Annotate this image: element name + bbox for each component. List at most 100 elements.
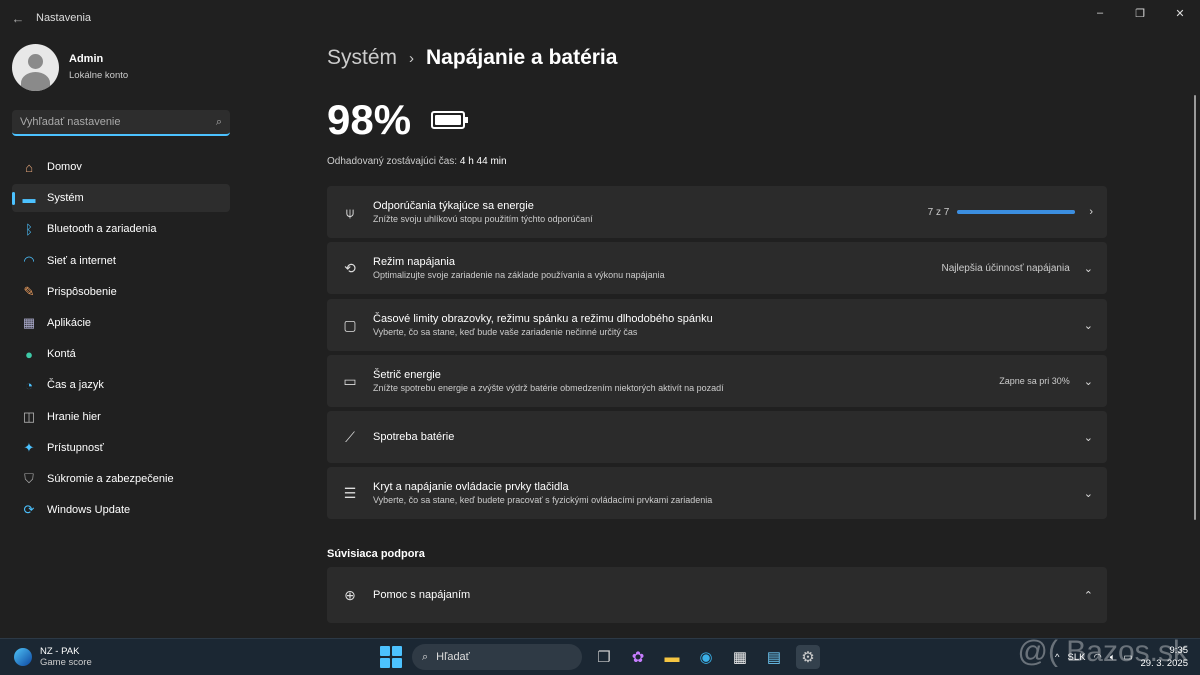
start-button[interactable] bbox=[380, 646, 402, 668]
widget-icon bbox=[14, 648, 32, 666]
search-icon: ⌕ bbox=[422, 650, 429, 663]
estimate-value: 4 h 44 min bbox=[459, 156, 507, 167]
progress-bar bbox=[957, 210, 1076, 214]
scrollbar[interactable] bbox=[1194, 95, 1196, 520]
sidebar-item-sie-a-internet[interactable]: ◠ Sieť a internet bbox=[12, 247, 230, 275]
sidebar-item-label: Bluetooth a zariadenia bbox=[47, 223, 157, 236]
taskbar-search[interactable]: ⌕ Hľadať bbox=[412, 644, 582, 670]
widget-subtitle: Game score bbox=[40, 657, 92, 668]
estimated-time: Odhadovaný zostávajúci čas: 4 h 44 min bbox=[327, 156, 507, 167]
battery-percent: 98% bbox=[327, 96, 412, 143]
list-icon: ☰ bbox=[343, 484, 357, 501]
sidebar-item--as-a-jazyk[interactable]: ◔ Čas a jazyk bbox=[12, 371, 230, 399]
settings-card[interactable]: ⟲ Režim napájania Optimalizujte svoje zar… bbox=[327, 242, 1107, 294]
card-title: Režim napájania bbox=[373, 256, 455, 268]
battery-icon bbox=[431, 111, 469, 129]
chart-icon: ⟋ bbox=[345, 428, 355, 445]
search-icon: ⌕ bbox=[215, 115, 222, 128]
chevron-down-icon: ⌄ bbox=[1083, 262, 1093, 275]
account-type: Lokálne konto bbox=[69, 69, 129, 81]
gamepad-icon: ◫ bbox=[22, 408, 36, 424]
sidebar-item-label: Čas a jazyk bbox=[47, 379, 104, 392]
settings-card[interactable]: ⍦ Odporúčania týkajúce sa energie Znížte … bbox=[327, 186, 1107, 238]
search-input[interactable]: Vyhľadať nastavenie ⌕ bbox=[12, 110, 230, 136]
taskbar-search-label: Hľadať bbox=[436, 651, 470, 663]
sidebar-item-label: Kontá bbox=[47, 348, 76, 361]
avatar bbox=[12, 44, 59, 91]
sidebar-item-domov[interactable]: ⌂ Domov bbox=[12, 153, 230, 181]
sidebar-item-s-kromie-a-zabezpe-enie[interactable]: ⛉ Súkromie a zabezpečenie bbox=[12, 465, 230, 493]
edge-icon[interactable]: ◉ bbox=[694, 645, 718, 669]
file-explorer-icon[interactable]: ▬ bbox=[660, 645, 684, 669]
weather-widget[interactable]: NZ - PAK Game score bbox=[14, 646, 92, 668]
store-icon[interactable]: ▦ bbox=[728, 645, 752, 669]
maximize-button[interactable]: ❐ bbox=[1120, 0, 1160, 26]
close-button[interactable]: ✕ bbox=[1160, 0, 1200, 26]
sidebar-item-kont-[interactable]: ● Kontá bbox=[12, 340, 230, 368]
related-support-heading: Súvisiaca podpora bbox=[327, 548, 425, 560]
sidebar-nav: ⌂ Domov ▬ Systém ᛒ Bluetooth a zariadenia ◠ Sie… bbox=[12, 153, 230, 527]
card-value[interactable]: Zapne sa pri 30% bbox=[999, 376, 1070, 386]
chevron-down-icon: ⌄ bbox=[1083, 319, 1093, 332]
apps-icon: ▦ bbox=[22, 314, 36, 330]
sidebar-item-label: Aplikácie bbox=[47, 316, 92, 329]
card-subtitle: Optimalizujte svoje zariadenie na základ… bbox=[373, 270, 665, 280]
sidebar-item-prisp-sobenie[interactable]: ✎ Prispôsobenie bbox=[12, 278, 230, 306]
settings-icon[interactable]: ⚙ bbox=[796, 645, 820, 669]
back-button[interactable]: ← bbox=[0, 11, 36, 26]
settings-card[interactable]: ⟋ Spotreba batérie ⌄ bbox=[327, 411, 1107, 463]
sidebar-item-label: Prístupnosť bbox=[47, 441, 104, 454]
card-value: 7 z 7 bbox=[927, 206, 950, 218]
settings-card[interactable]: ▢ Časové limity obrazovky, režimu spánku… bbox=[327, 299, 1107, 351]
globe-icon: ⊕ bbox=[344, 586, 356, 603]
minimize-button[interactable]: – bbox=[1080, 0, 1120, 26]
sidebar-item-hranie-hier[interactable]: ◫ Hranie hier bbox=[12, 403, 230, 431]
update-icon: ⟳ bbox=[23, 502, 35, 518]
power-mode-icon: ⟲ bbox=[344, 259, 356, 276]
shield-icon: ⛉ bbox=[24, 470, 34, 486]
chevron-down-icon: ⌄ bbox=[1083, 487, 1093, 500]
screen-sleep-icon: ▢ bbox=[343, 316, 357, 333]
chevron-down-icon: ⌄ bbox=[1083, 431, 1093, 444]
card-title: Odporúčania týkajúce sa energie bbox=[373, 200, 534, 212]
settings-card[interactable]: ☰ Kryt a napájanie ovládacie prvky tlači… bbox=[327, 467, 1107, 519]
chevron-down-icon: ⌄ bbox=[1083, 375, 1093, 388]
sidebar-item-label: Domov bbox=[47, 161, 82, 173]
sidebar-item-aplik-cie[interactable]: ▦ Aplikácie bbox=[12, 309, 230, 337]
breadcrumb-parent[interactable]: Systém bbox=[327, 46, 397, 70]
sidebar-item-bluetooth-a-zariadenia[interactable]: ᛒ Bluetooth a zariadenia bbox=[12, 215, 230, 243]
battery-status: 98% bbox=[327, 96, 469, 144]
widget-title: NZ - PAK bbox=[40, 646, 80, 657]
home-icon: ⌂ bbox=[25, 159, 33, 175]
card-value[interactable]: Najlepšia účinnosť napájania bbox=[942, 263, 1070, 274]
leaf-icon: ⍦ bbox=[345, 203, 355, 220]
bluetooth-icon: ᛒ bbox=[25, 221, 33, 237]
notepad-icon[interactable]: ▤ bbox=[762, 645, 786, 669]
sidebar-item-label: Windows Update bbox=[47, 504, 131, 517]
title-bar: ← Nastavenia – ❐ ✕ bbox=[0, 0, 1200, 36]
help-title: Pomoc s napájaním bbox=[373, 589, 471, 601]
sidebar-item-windows-update[interactable]: ⟳ Windows Update bbox=[12, 496, 230, 524]
help-power-card[interactable]: ⊕ Pomoc s napájaním ⌃ bbox=[327, 567, 1107, 623]
search-placeholder: Vyhľadať nastavenie bbox=[20, 116, 121, 128]
app-title: Nastavenia bbox=[36, 12, 92, 24]
sidebar-item-syst-m[interactable]: ▬ Systém bbox=[12, 184, 230, 213]
wifi-icon: ◠ bbox=[23, 252, 35, 268]
card-subtitle: Vyberte, čo sa stane, keď budete pracova… bbox=[373, 495, 713, 505]
sidebar-item-label: Sieť a internet bbox=[47, 254, 116, 267]
sidebar-item-label: Prispôsobenie bbox=[47, 285, 117, 298]
chevron-right-icon: › bbox=[1089, 206, 1093, 218]
sidebar-item-label: Súkromie a zabezpečenie bbox=[47, 472, 174, 485]
sidebar-item-label: Systém bbox=[47, 192, 84, 205]
settings-card[interactable]: ▭ Šetrič energie Znížte spotrebu energie … bbox=[327, 355, 1107, 407]
user-profile[interactable]: Admin Lokálne konto bbox=[12, 44, 128, 91]
card-title: Spotreba batérie bbox=[373, 431, 455, 443]
sidebar-item-label: Hranie hier bbox=[47, 410, 101, 423]
card-title: Kryt a napájanie ovládacie prvky tlačidl… bbox=[373, 481, 569, 493]
page-title: Napájanie a batéria bbox=[426, 46, 618, 69]
sidebar-item-pr-stupnos-[interactable]: ✦ Prístupnosť bbox=[12, 434, 230, 462]
clock-globe-icon: ◔ bbox=[25, 377, 33, 393]
copilot-icon[interactable]: ✿ bbox=[626, 645, 650, 669]
system-icon: ▬ bbox=[22, 190, 36, 206]
task-view-icon[interactable]: ❐ bbox=[592, 645, 616, 669]
